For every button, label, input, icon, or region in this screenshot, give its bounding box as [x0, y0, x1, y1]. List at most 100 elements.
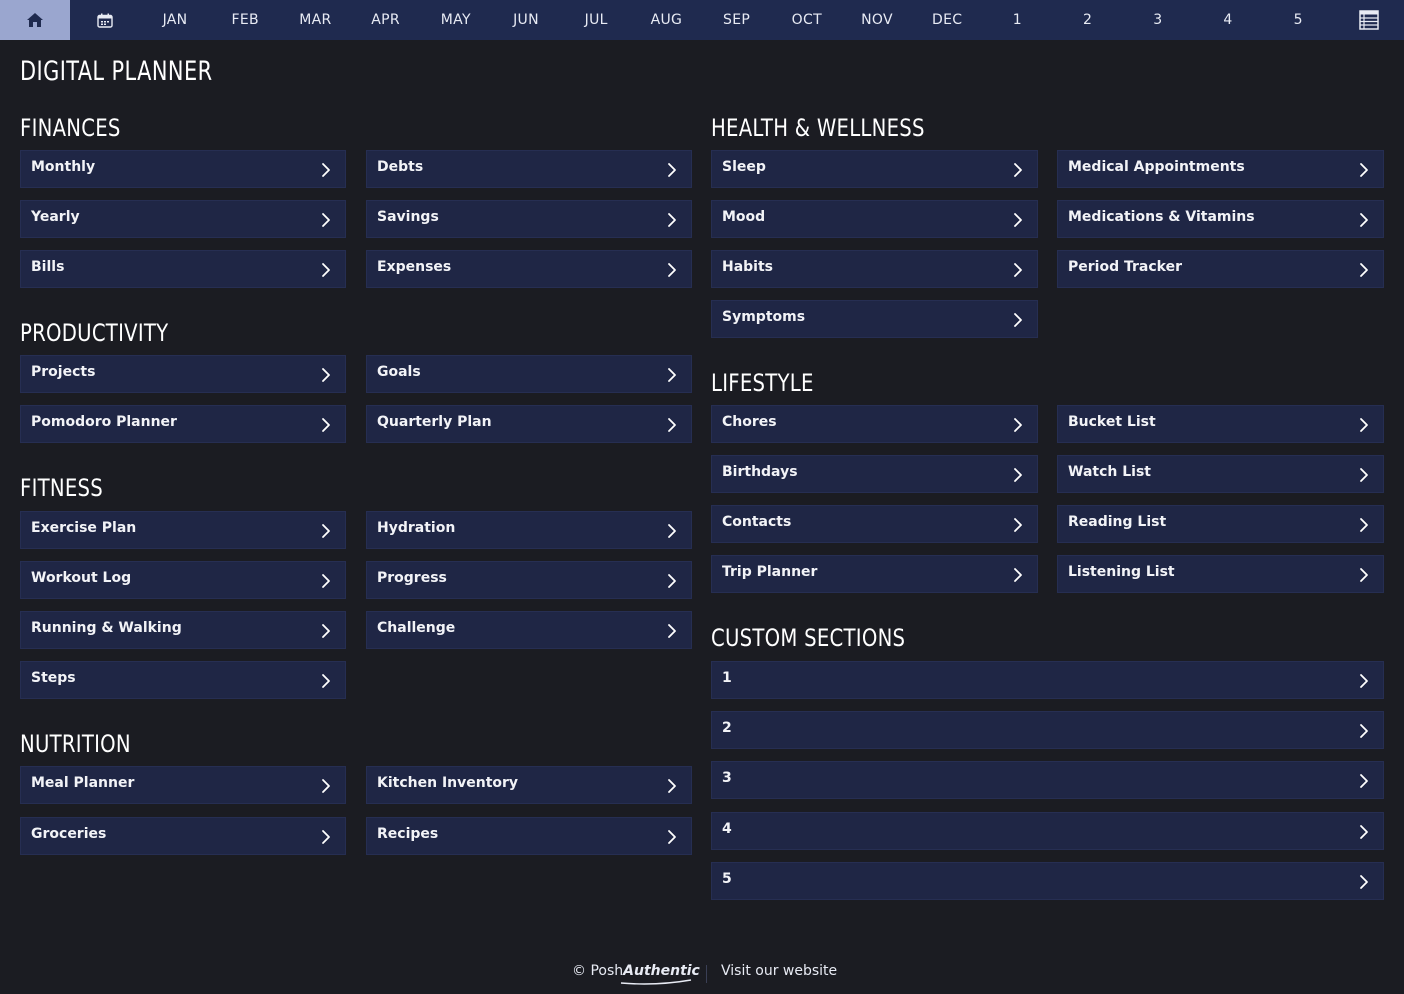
- tile-health-medical-appointments[interactable]: Medical Appointments: [1057, 150, 1384, 188]
- tile-lifestyle-reading-list[interactable]: Reading List: [1057, 505, 1384, 543]
- table-list-icon: [1359, 10, 1379, 30]
- tile-finances-bills[interactable]: Bills: [20, 250, 346, 288]
- tile-nutrition-recipes[interactable]: Recipes: [366, 817, 692, 855]
- tile-custom-1[interactable]: 1: [711, 661, 1384, 699]
- tile-lifestyle-contacts[interactable]: Contacts: [711, 505, 1038, 543]
- tile-finances-yearly[interactable]: Yearly: [20, 200, 346, 238]
- tile-fitness-hydration[interactable]: Hydration: [366, 511, 692, 549]
- chevron-right-icon: [1011, 212, 1025, 228]
- chevron-right-icon: [1011, 262, 1025, 278]
- nav-number-1[interactable]: 1: [982, 0, 1052, 40]
- nav-number-3[interactable]: 3: [1123, 0, 1193, 40]
- tile-lifestyle-watch-list[interactable]: Watch List: [1057, 455, 1384, 493]
- nav-month-mar[interactable]: MAR: [280, 0, 350, 40]
- nav-month-jul[interactable]: JUL: [561, 0, 631, 40]
- tile-health-symptoms[interactable]: Symptoms: [711, 300, 1038, 338]
- tile-health-mood[interactable]: Mood: [711, 200, 1038, 238]
- nav-number-2[interactable]: 2: [1053, 0, 1123, 40]
- chevron-right-icon: [319, 417, 333, 433]
- chevron-right-icon: [1357, 874, 1371, 890]
- footer-divider: [706, 965, 707, 983]
- tile-lifestyle-chores[interactable]: Chores: [711, 405, 1038, 443]
- tile-health-period-tracker[interactable]: Period Tracker: [1057, 250, 1384, 288]
- tile-custom-4[interactable]: 4: [711, 811, 1384, 850]
- chevron-right-icon: [665, 367, 679, 383]
- tile-label: Habits: [722, 259, 774, 275]
- chevron-right-icon: [665, 573, 679, 589]
- tile-finances-expenses[interactable]: Expenses: [366, 250, 692, 288]
- tile-fitness-workout-log[interactable]: Workout Log: [20, 561, 346, 599]
- tile-label: Kitchen Inventory: [377, 775, 519, 791]
- nav-month-feb[interactable]: FEB: [210, 0, 280, 40]
- nav-month-may[interactable]: MAY: [421, 0, 491, 40]
- tile-fitness-challenge[interactable]: Challenge: [366, 611, 692, 649]
- top-nav: JAN FEB MAR APR MAY JUN JUL AUG SEP OCT NOV DEC 1 2 3 4…: [0, 0, 1404, 40]
- nav-month-jan[interactable]: JAN: [140, 0, 210, 40]
- nav-month-oct[interactable]: OCT: [772, 0, 842, 40]
- nav-home-button[interactable]: [0, 0, 70, 40]
- tile-health-habits[interactable]: Habits: [711, 250, 1038, 288]
- tile-label: Bucket List: [1068, 414, 1156, 430]
- tile-fitness-progress[interactable]: Progress: [366, 561, 692, 599]
- nav-month-aug[interactable]: AUG: [631, 0, 701, 40]
- nav-list-button[interactable]: [1334, 0, 1404, 40]
- tile-label: Hydration: [377, 520, 456, 536]
- section-title-health: HEALTH & WELLNESS: [711, 114, 925, 142]
- chevron-right-icon: [1357, 723, 1371, 739]
- chevron-right-icon: [1011, 312, 1025, 328]
- nav-number-4[interactable]: 4: [1193, 0, 1263, 40]
- chevron-right-icon: [319, 778, 333, 794]
- tile-label: Yearly: [31, 209, 80, 225]
- tile-custom-5[interactable]: 5: [711, 861, 1384, 900]
- visit-website-link[interactable]: Visit our website: [721, 963, 837, 979]
- tile-nutrition-meal-planner[interactable]: Meal Planner: [20, 766, 346, 804]
- tile-finances-monthly[interactable]: Monthly: [20, 150, 346, 188]
- tile-health-medications-and-vitamins[interactable]: Medications & Vitamins: [1057, 200, 1384, 238]
- nav-month-nov[interactable]: NOV: [842, 0, 912, 40]
- chevron-right-icon: [1357, 567, 1371, 583]
- nav-month-jun[interactable]: JUN: [491, 0, 561, 40]
- tile-label: 3: [722, 770, 732, 787]
- tile-fitness-steps[interactable]: Steps: [20, 661, 346, 699]
- tile-fitness-running-and-walking[interactable]: Running & Walking: [20, 611, 346, 649]
- calendar-icon: [97, 13, 113, 28]
- chevron-right-icon: [665, 262, 679, 278]
- tile-label: Steps: [31, 670, 76, 686]
- tile-label: Sleep: [722, 159, 766, 175]
- tile-label: Trip Planner: [722, 564, 818, 580]
- tile-nutrition-groceries[interactable]: Groceries: [20, 817, 346, 855]
- tile-lifestyle-birthdays[interactable]: Birthdays: [711, 455, 1038, 493]
- tile-label: Quarterly Plan: [377, 414, 492, 430]
- chevron-right-icon: [319, 573, 333, 589]
- nav-month-dec[interactable]: DEC: [912, 0, 982, 40]
- tile-productivity-pomodoro-planner[interactable]: Pomodoro Planner: [20, 405, 346, 443]
- tile-productivity-goals[interactable]: Goals: [366, 355, 692, 393]
- home-icon: [27, 13, 43, 27]
- nav-month-apr[interactable]: APR: [351, 0, 421, 40]
- tile-label: Recipes: [377, 826, 439, 842]
- tile-fitness-exercise-plan[interactable]: Exercise Plan: [20, 511, 346, 549]
- tile-label: 5: [722, 870, 732, 887]
- tile-custom-2[interactable]: 2: [711, 711, 1384, 750]
- tile-health-sleep[interactable]: Sleep: [711, 150, 1038, 188]
- tile-finances-savings[interactable]: Savings: [366, 200, 692, 238]
- tile-lifestyle-listening-list[interactable]: Listening List: [1057, 555, 1384, 593]
- chevron-right-icon: [1357, 162, 1371, 178]
- chevron-right-icon: [665, 778, 679, 794]
- tile-label: Monthly: [31, 159, 96, 175]
- tile-nutrition-kitchen-inventory[interactable]: Kitchen Inventory: [366, 766, 692, 804]
- tile-finances-debts[interactable]: Debts: [366, 150, 692, 188]
- nav-calendar-button[interactable]: [70, 0, 140, 40]
- section-title-custom: CUSTOM SECTIONS: [711, 624, 906, 652]
- nav-number-5[interactable]: 5: [1263, 0, 1333, 40]
- chevron-right-icon: [1357, 467, 1371, 483]
- nav-month-sep[interactable]: SEP: [702, 0, 772, 40]
- tile-custom-3[interactable]: 3: [711, 761, 1384, 800]
- chevron-right-icon: [319, 367, 333, 383]
- tile-productivity-projects[interactable]: Projects: [20, 355, 346, 393]
- tile-productivity-quarterly-plan[interactable]: Quarterly Plan: [366, 405, 692, 443]
- tile-label: Expenses: [377, 259, 452, 275]
- tile-lifestyle-trip-planner[interactable]: Trip Planner: [711, 555, 1038, 593]
- tile-lifestyle-bucket-list[interactable]: Bucket List: [1057, 405, 1384, 443]
- tile-label: Birthdays: [722, 464, 798, 480]
